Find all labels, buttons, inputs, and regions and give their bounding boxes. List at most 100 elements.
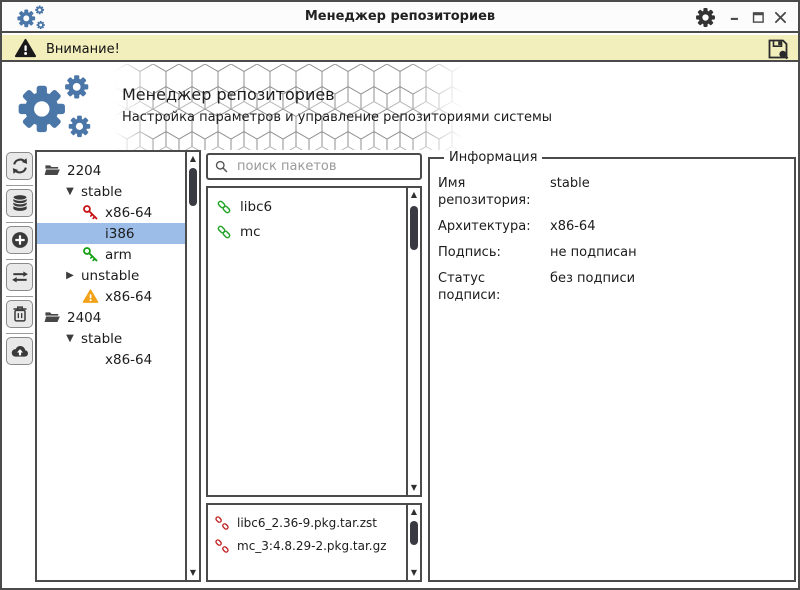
info-value: не подписан	[550, 245, 637, 260]
file-name: mc_3:4.8.29-2.pkg.tar.gz	[237, 538, 387, 553]
package-name: mc	[240, 224, 261, 240]
broken-link-icon	[214, 515, 230, 531]
header-title: Менеджер репозиториев	[122, 85, 335, 104]
cloud-upload-icon	[10, 341, 30, 361]
tree-item-label: x86-64	[105, 288, 153, 305]
database-icon	[10, 193, 30, 213]
search-icon	[214, 159, 229, 174]
link-icon	[215, 223, 233, 241]
info-legend: Информация	[449, 150, 538, 165]
chevron-expanded-icon[interactable]: ▼	[64, 333, 76, 344]
chevron-expanded-icon[interactable]: ▼	[64, 186, 76, 197]
refresh-button[interactable]	[6, 152, 33, 180]
transfer-button[interactable]	[6, 263, 33, 291]
warning-text: Внимание!	[46, 42, 120, 57]
scroll-up-arrow[interactable]: ▲	[187, 154, 199, 164]
upload-button[interactable]	[6, 337, 33, 365]
scrollbar-thumb[interactable]	[410, 206, 418, 250]
info-value: stable	[550, 176, 590, 191]
close-button[interactable]	[771, 6, 790, 28]
info-label: Статус подписи:	[438, 271, 501, 303]
info-value: без подписи	[550, 271, 636, 286]
tree-item-2404[interactable]: 2404	[37, 307, 187, 328]
folder-open-icon	[44, 309, 61, 326]
package-list-panel: libc6 mc ▲ ▼	[206, 186, 422, 497]
package-name: libc6	[240, 199, 273, 215]
tree-item-label: 2204	[67, 162, 102, 179]
key-green-icon	[82, 246, 99, 263]
chevron-collapsed-icon[interactable]: ▶	[64, 270, 76, 281]
maximize-button[interactable]	[749, 6, 768, 28]
database-button[interactable]	[6, 189, 33, 217]
settings-gear-icon[interactable]	[695, 7, 716, 28]
scroll-down-arrow[interactable]: ▼	[408, 483, 420, 493]
package-item-mc[interactable]: mc	[208, 220, 406, 244]
tree-item-x86-64-2404[interactable]: x86-64	[37, 349, 187, 370]
tree-item-label: unstable	[81, 267, 140, 284]
info-groupbox: Информация Имя репозитория: stable Архит…	[428, 150, 796, 582]
package-search-box	[206, 153, 422, 180]
broken-link-icon	[214, 538, 230, 554]
transfer-arrows-icon	[10, 267, 30, 287]
tree-item-2204[interactable]: 2204	[37, 160, 187, 181]
tree-item-arm[interactable]: arm	[37, 244, 187, 265]
toolbar-separator	[6, 259, 33, 260]
scroll-down-arrow[interactable]: ▼	[187, 568, 199, 578]
info-row-architecture: Архитектура: x86-64	[438, 218, 786, 235]
file-list-panel: libc6_2.36-9.pkg.tar.zst mc_3:4.8.29-2.p…	[206, 503, 422, 582]
window-title: Менеджер репозиториев	[304, 9, 496, 24]
link-icon	[215, 198, 233, 216]
file-item-mc[interactable]: mc_3:4.8.29-2.pkg.tar.gz	[208, 534, 404, 557]
delete-button[interactable]	[6, 300, 33, 328]
scroll-down-arrow[interactable]: ▼	[408, 568, 420, 578]
file-name: libc6_2.36-9.pkg.tar.zst	[237, 515, 377, 530]
app-window: Менеджер репозиториев Внимание! Менеджер…	[0, 0, 800, 590]
file-list-scrollbar[interactable]: ▲ ▼	[406, 505, 420, 580]
add-circle-icon	[10, 230, 30, 250]
minimize-button[interactable]	[727, 6, 746, 28]
tree-scrollbar[interactable]: ▲ ▼	[185, 152, 199, 580]
warning-triangle-icon	[14, 37, 37, 60]
scrollbar-thumb[interactable]	[189, 168, 197, 206]
tree-item-x86-64-warning[interactable]: x86-64	[37, 286, 187, 307]
hex-pattern	[114, 64, 464, 150]
info-row-repo-name: Имя репозитория: stable	[438, 175, 786, 209]
warning-triangle-icon	[82, 288, 99, 305]
tree-item-unstable[interactable]: ▶ unstable	[37, 265, 187, 286]
info-label: Имя репозитория:	[438, 176, 531, 208]
file-item-libc6[interactable]: libc6_2.36-9.pkg.tar.zst	[208, 511, 404, 534]
tree-item-label: x86-64	[105, 204, 153, 221]
header-subtitle: Настройка параметров и управление репози…	[122, 110, 553, 125]
window-controls	[727, 6, 790, 28]
tree-item-i386-selected[interactable]: i386	[37, 223, 187, 244]
save-button[interactable]	[766, 37, 790, 61]
tree-item-label: i386	[105, 225, 135, 242]
app-logo-large-icon	[16, 74, 108, 146]
tree-item-label: arm	[105, 246, 132, 263]
scroll-up-arrow[interactable]: ▲	[408, 507, 420, 517]
package-item-libc6[interactable]: libc6	[208, 195, 406, 219]
add-button[interactable]	[6, 226, 33, 254]
toolbar-separator	[6, 333, 33, 334]
page-header: Менеджер репозиториев Настройка параметр…	[2, 64, 798, 150]
toolbar-separator	[6, 296, 33, 297]
package-list-scrollbar[interactable]: ▲ ▼	[406, 188, 420, 495]
refresh-icon	[10, 156, 30, 176]
trash-icon	[10, 304, 30, 324]
toolbar-separator	[6, 185, 33, 186]
scroll-up-arrow[interactable]: ▲	[408, 190, 420, 200]
key-red-icon	[82, 204, 99, 221]
info-row-signature-status: Статус подписи: без подписи	[438, 270, 786, 304]
info-value: x86-64	[550, 219, 596, 234]
tree-item-label: stable	[81, 183, 123, 200]
info-row-signature: Подпись: не подписан	[438, 244, 786, 261]
search-input[interactable]	[235, 158, 414, 175]
tree-item-label: stable	[81, 330, 123, 347]
tree-item-stable-2404[interactable]: ▼ stable	[37, 328, 187, 349]
tree-item-label: 2404	[67, 309, 102, 326]
repo-tree-panel: 2204 ▼ stable x86-64 i386 arm ▶ unstable…	[35, 150, 201, 582]
tree-item-x86-64-signed[interactable]: x86-64	[37, 202, 187, 223]
scrollbar-thumb[interactable]	[410, 521, 418, 545]
tree-item-stable[interactable]: ▼ stable	[37, 181, 187, 202]
title-bar: Менеджер репозиториев	[2, 2, 798, 33]
